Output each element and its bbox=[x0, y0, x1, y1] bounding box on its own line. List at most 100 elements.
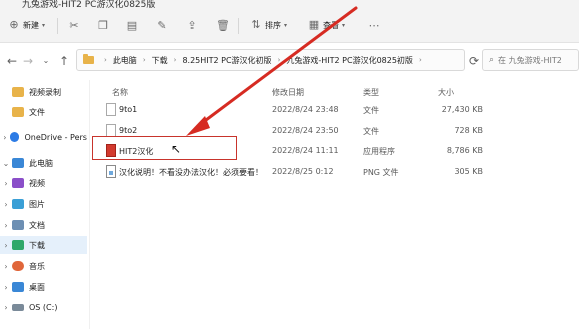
table-row[interactable]: 9to1 2022/8/24 23:48 文件 27,430 KB bbox=[90, 101, 579, 119]
plus-icon: ⊕ bbox=[9, 18, 19, 31]
copy-icon[interactable]: ❐ bbox=[97, 20, 109, 32]
folder-icon bbox=[12, 87, 24, 97]
new-label: 新建 bbox=[23, 20, 39, 30]
delete-icon[interactable]: 🗑 bbox=[216, 20, 230, 32]
file-date: 2022/8/24 11:11 bbox=[272, 146, 339, 155]
breadcrumb-current-folder[interactable]: 九兔游戏-HIT2 PC游汉化0825初版 bbox=[286, 55, 413, 66]
chevron-right-icon: › bbox=[277, 56, 281, 64]
sidebar-item-video-recording[interactable]: 视频录制 bbox=[0, 83, 87, 101]
sort-label: 排序 bbox=[265, 20, 281, 30]
chevron-down-icon: ▾ bbox=[284, 21, 288, 29]
column-header-type[interactable]: 类型 bbox=[363, 87, 379, 98]
chevron-right-icon[interactable]: › bbox=[0, 179, 12, 188]
paste-icon[interactable]: ▤ bbox=[126, 20, 138, 32]
folder-icon bbox=[83, 54, 94, 64]
file-size: 8,786 KB bbox=[446, 146, 483, 155]
file-date: 2022/8/25 0:12 bbox=[272, 167, 334, 176]
chevron-right-icon: › bbox=[142, 56, 146, 64]
toolbar-separator bbox=[57, 18, 58, 34]
column-header-size[interactable]: 大小 bbox=[438, 87, 454, 98]
sidebar-item-onedrive[interactable]: › OneDrive - Pers bbox=[0, 128, 87, 146]
search-placeholder: 在 九兔游戏-HIT2 bbox=[498, 55, 562, 65]
sidebar-item-os-drive[interactable]: › OS (C:) bbox=[0, 298, 87, 316]
refresh-icon[interactable]: ⟳ bbox=[468, 55, 480, 67]
cut-icon[interactable]: ✂ bbox=[68, 20, 80, 32]
sidebar-item-this-pc[interactable]: ⌄ 此电脑 bbox=[0, 154, 87, 172]
view-icon: ▦ bbox=[308, 18, 320, 31]
breadcrumb-downloads[interactable]: 下载 bbox=[152, 55, 168, 66]
mouse-cursor-icon: ↖ bbox=[171, 142, 182, 156]
more-options-icon[interactable]: ⋯ bbox=[368, 20, 380, 32]
file-size: 27,430 KB bbox=[441, 105, 483, 114]
file-name: 9to1 bbox=[119, 105, 138, 114]
chevron-right-icon[interactable]: › bbox=[0, 241, 12, 250]
file-list: 名称 修改日期 类型 大小 9to1 2022/8/24 23:48 文件 27… bbox=[90, 80, 579, 329]
chevron-right-icon[interactable]: › bbox=[0, 303, 12, 312]
computer-icon bbox=[12, 158, 24, 168]
chevron-right-icon[interactable]: › bbox=[0, 200, 12, 209]
chevron-right-icon[interactable]: › bbox=[0, 221, 12, 230]
chevron-down-icon: ▾ bbox=[342, 21, 346, 29]
downloads-folder-icon bbox=[12, 240, 24, 250]
search-icon: ⌕ bbox=[489, 55, 495, 65]
chevron-down-icon: ▾ bbox=[42, 21, 46, 29]
documents-folder-icon bbox=[12, 220, 24, 230]
file-type: 文件 bbox=[363, 106, 379, 115]
cloud-icon bbox=[9, 132, 20, 142]
sidebar-item-files[interactable]: 文件 bbox=[0, 103, 87, 121]
forward-icon[interactable]: → bbox=[22, 55, 34, 67]
back-icon[interactable]: ← bbox=[6, 55, 18, 67]
file-size: 728 KB bbox=[454, 126, 483, 135]
chevron-right-icon: › bbox=[104, 56, 107, 64]
share-icon[interactable]: ⇪ bbox=[186, 20, 198, 32]
sidebar-item-music[interactable]: › 音乐 bbox=[0, 257, 87, 275]
pictures-folder-icon bbox=[12, 199, 24, 209]
sidebar-item-videos[interactable]: › 视频 bbox=[0, 174, 87, 192]
chevron-right-icon[interactable]: › bbox=[0, 262, 12, 271]
sidebar-item-documents[interactable]: › 文档 bbox=[0, 216, 87, 234]
chevron-right-icon[interactable]: › bbox=[0, 133, 10, 142]
title-bar: 九兔游戏-HIT2 PC游汉化0825版 bbox=[0, 0, 579, 8]
address-row: ← → ⌄ ↑ › 此电脑 › 下载 › 8.25HIT2 PC游汉化初版 › … bbox=[0, 43, 579, 80]
sidebar-item-pictures[interactable]: › 图片 bbox=[0, 195, 87, 213]
address-bar[interactable]: › 此电脑 › 下载 › 8.25HIT2 PC游汉化初版 › 九兔游戏-HIT… bbox=[76, 49, 465, 71]
sidebar-item-desktop[interactable]: › 桌面 bbox=[0, 278, 87, 296]
rename-icon[interactable]: ✎ bbox=[156, 20, 168, 32]
chevron-down-icon[interactable]: ⌄ bbox=[0, 159, 12, 168]
chevron-right-icon[interactable]: › bbox=[0, 283, 12, 292]
window-title: 九兔游戏-HIT2 PC游汉化0825版 bbox=[22, 0, 156, 8]
desktop-folder-icon bbox=[12, 282, 24, 292]
file-icon bbox=[106, 103, 116, 116]
chevron-right-icon: › bbox=[418, 56, 422, 64]
file-type: 应用程序 bbox=[363, 147, 395, 156]
file-name: 9to2 bbox=[119, 126, 138, 135]
music-folder-icon bbox=[12, 261, 24, 271]
navigation-pane: 视频录制 文件 › OneDrive - Pers ⌄ 此电脑 › 视频 › 图… bbox=[0, 80, 87, 329]
chevron-right-icon: › bbox=[173, 56, 177, 64]
file-date: 2022/8/24 23:50 bbox=[272, 126, 339, 135]
breadcrumb-parent-folder[interactable]: 8.25HIT2 PC游汉化初版 bbox=[182, 55, 271, 66]
search-input[interactable]: ⌕ 在 九兔游戏-HIT2 bbox=[482, 49, 579, 71]
video-folder-icon bbox=[12, 178, 24, 188]
folder-icon bbox=[12, 107, 24, 117]
file-size: 305 KB bbox=[454, 167, 483, 176]
file-type: PNG 文件 bbox=[363, 168, 399, 177]
command-bar: ⊕ 新建 ▾ ✂ ❐ ▤ ✎ ⇪ 🗑 ⇅ 排序 ▾ ▦ 查看 ▾ ⋯ bbox=[0, 8, 579, 43]
column-header-name[interactable]: 名称 bbox=[112, 87, 128, 98]
file-date: 2022/8/24 23:48 bbox=[272, 105, 339, 114]
up-icon[interactable]: ↑ bbox=[58, 55, 70, 67]
file-name: 汉化说明！不看没办法汉化！必须要看！ bbox=[119, 168, 263, 177]
column-header-date[interactable]: 修改日期 bbox=[272, 87, 304, 98]
recent-chevron-icon[interactable]: ⌄ bbox=[40, 55, 52, 67]
drive-icon bbox=[12, 303, 24, 311]
sort-button[interactable]: ⇅ 排序 ▾ bbox=[250, 19, 287, 31]
view-label: 查看 bbox=[323, 20, 339, 30]
sidebar-item-downloads[interactable]: › 下载 bbox=[0, 236, 87, 254]
toolbar-separator bbox=[238, 18, 239, 34]
new-button[interactable]: ⊕ 新建 ▾ bbox=[8, 19, 45, 31]
view-button[interactable]: ▦ 查看 ▾ bbox=[308, 19, 345, 31]
table-row[interactable]: 汉化说明！不看没办法汉化！必须要看！ 2022/8/25 0:12 PNG 文件… bbox=[90, 163, 579, 181]
file-type: 文件 bbox=[363, 127, 379, 136]
sort-icon: ⇅ bbox=[251, 18, 261, 31]
breadcrumb-this-pc[interactable]: 此电脑 bbox=[113, 55, 137, 66]
